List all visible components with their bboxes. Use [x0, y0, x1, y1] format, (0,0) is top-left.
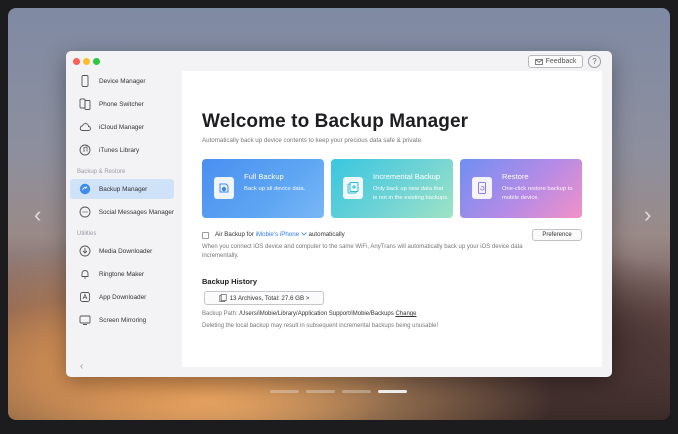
sidebar-item-itunes-library[interactable]: iTunes Library [70, 140, 174, 160]
page-title: Welcome to Backup Manager [202, 111, 469, 132]
sidebar-item-social-messages-manager[interactable]: Social Messages Manager [70, 202, 174, 222]
main-panel: Welcome to Backup Manager Automatically … [182, 71, 602, 367]
titlebar: Feedback ? [66, 51, 612, 71]
chat-icon [78, 205, 92, 219]
backup-path-value: /Users/iMobie/Library/Application Suppor… [239, 311, 394, 317]
sidebar-item-label: Social Messages Manager [98, 208, 174, 216]
restore-card[interactable]: Restore One-click restore backup to mobi… [460, 159, 582, 218]
card-description: One-click restore backup to mobile devic… [502, 186, 573, 201]
backup-history-button[interactable]: 13 Archives, Total: 27.6 GB > [204, 291, 324, 305]
air-backup-label: Air Backup for iMobie's iPhone automatic… [215, 231, 345, 238]
section-label-utilities: Utilities [77, 231, 97, 237]
sidebar-item-backup-manager[interactable]: Backup Manager [70, 179, 174, 199]
carousel-dots [270, 390, 407, 393]
sidebar-item-label: Ringtone Maker [99, 270, 145, 278]
sidebar-item-label: Screen Mirroring [99, 316, 147, 324]
card-title: Incremental Backup [373, 172, 441, 181]
music-icon [78, 143, 92, 157]
card-title: Full Backup [244, 172, 284, 181]
sidebar-collapse-button[interactable]: ‹ [80, 361, 83, 372]
sidebar-item-label: Backup Manager [99, 185, 148, 193]
incremental-backup-card[interactable]: Incremental Backup Only back up new data… [331, 159, 453, 218]
sidebar-item-label: Device Manager [99, 77, 146, 85]
sidebar-item-device-manager[interactable]: Device Manager [70, 71, 174, 91]
minimize-window-button[interactable] [83, 58, 90, 65]
card-title: Restore [502, 172, 529, 181]
bell-icon [78, 267, 92, 281]
incremental-backup-icon [343, 177, 363, 199]
feedback-label: Feedback [545, 58, 577, 65]
sidebar: Device Manager Phone Switcher iCloud Man… [66, 71, 182, 377]
carousel-prev-button[interactable]: ‹ [34, 204, 41, 226]
air-backup-checkbox[interactable] [202, 232, 209, 239]
cloud-icon [78, 120, 92, 134]
backup-history-summary: 13 Archives, Total: 27.6 GB > [229, 294, 310, 302]
page-subtitle: Automatically back up device contents to… [202, 137, 423, 144]
air-backup-suffix: automatically [306, 231, 345, 238]
close-window-button[interactable] [73, 58, 80, 65]
feedback-button[interactable]: Feedback [528, 55, 583, 68]
full-backup-icon [214, 177, 234, 199]
backup-icon [78, 182, 92, 196]
card-description: Back up all device data. [244, 186, 306, 192]
device-select[interactable]: iMobie's iPhone [256, 231, 307, 238]
app-window: Feedback ? Device Manager Phone Switcher… [66, 51, 612, 377]
sidebar-item-label: iCloud Manager [99, 123, 145, 131]
zoom-window-button[interactable] [93, 58, 100, 65]
backup-warning: Deleting the local backup may result in … [202, 323, 439, 329]
carousel-dot[interactable] [306, 390, 335, 393]
carousel-dot[interactable] [342, 390, 371, 393]
card-description: Only back up new data that is not in the… [373, 186, 449, 201]
carousel-next-button[interactable]: › [644, 204, 651, 226]
full-backup-card[interactable]: Full Backup Back up all device data. [202, 159, 324, 218]
backup-path-label: Backup Path: [202, 311, 240, 317]
change-path-link[interactable]: Change [395, 311, 416, 317]
backup-path-line: Backup Path: /Users/iMobie/Library/Appli… [202, 311, 416, 317]
screen-icon [78, 313, 92, 327]
mail-icon [534, 58, 543, 65]
section-label-backup-restore: Backup & Restore [77, 169, 126, 175]
sidebar-item-label: App Downloader [99, 293, 147, 301]
sidebar-item-ringtone-maker[interactable]: Ringtone Maker [70, 264, 174, 284]
phone-switch-icon [78, 97, 92, 111]
sidebar-item-label: Media Downloader [99, 247, 153, 255]
carousel-dot-active[interactable] [378, 390, 407, 393]
sidebar-item-phone-switcher[interactable]: Phone Switcher [70, 94, 174, 114]
preference-button[interactable]: Preference [532, 229, 582, 241]
air-backup-prefix: Air Backup for [215, 231, 256, 238]
sidebar-item-label: Phone Switcher [99, 100, 144, 108]
sidebar-item-media-downloader[interactable]: Media Downloader [70, 241, 174, 261]
download-icon [78, 244, 92, 258]
help-button[interactable]: ? [588, 55, 601, 68]
carousel-dot[interactable] [270, 390, 299, 393]
sidebar-item-icloud-manager[interactable]: iCloud Manager [70, 117, 174, 137]
sidebar-item-label: iTunes Library [99, 146, 140, 154]
archive-icon [219, 294, 227, 302]
air-backup-description: When you connect iOS device and computer… [202, 244, 523, 259]
sidebar-item-app-downloader[interactable]: App Downloader [70, 287, 174, 307]
device-name: iMobie's iPhone [255, 231, 300, 238]
backup-history-title: Backup History [202, 277, 258, 286]
phone-icon [78, 74, 92, 88]
restore-icon [472, 177, 492, 199]
sidebar-item-screen-mirroring[interactable]: Screen Mirroring [70, 310, 174, 330]
app-icon [78, 290, 92, 304]
